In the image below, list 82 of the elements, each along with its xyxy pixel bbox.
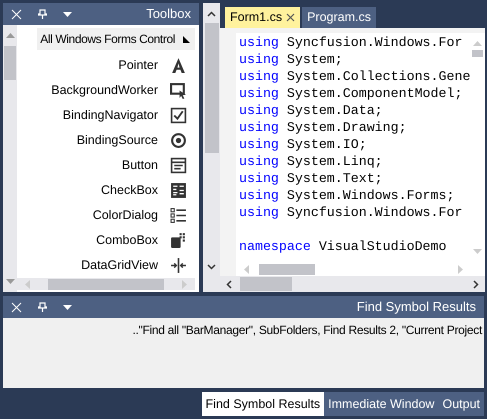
scroll-thumb[interactable] <box>204 23 218 153</box>
item-label: ComboBox <box>96 232 158 250</box>
scroll-thumb[interactable] <box>48 278 164 290</box>
code-text: System.ComponentModel; <box>286 85 462 102</box>
horizontal-scrollbar[interactable] <box>17 278 195 290</box>
code-keyword: namespace <box>239 238 311 255</box>
item-label: BindingNavigator <box>62 107 158 124</box>
form-icon <box>170 157 187 174</box>
item-label: CheckBox <box>101 182 158 200</box>
code-text: System.Windows.Forms; <box>286 187 454 204</box>
item-label: Pointer <box>118 57 158 74</box>
item-label: BindingSource <box>76 132 158 150</box>
toolbox-item[interactable]: ColorDialog <box>17 203 195 228</box>
scroll-thumb[interactable] <box>4 46 16 80</box>
code-keyword: using <box>239 34 279 51</box>
code-keyword: using <box>239 51 279 68</box>
document-tab[interactable]: Program.cs <box>302 7 376 28</box>
code-text: System.Data; <box>286 102 383 119</box>
code-text: System.IO; <box>286 136 367 153</box>
code-keyword: using <box>239 68 279 85</box>
item-label: ColorDialog <box>92 207 158 224</box>
panel-title: Toolbox <box>146 5 191 24</box>
scroll-down-icon[interactable] <box>207 264 216 270</box>
scroll-thumb[interactable] <box>259 264 315 274</box>
code-keyword: using <box>239 170 279 187</box>
toolbox-item[interactable]: Pointer <box>17 53 195 78</box>
checkbox-icon <box>170 107 187 124</box>
scroll-up-icon[interactable] <box>207 11 216 17</box>
toolbox-item[interactable]: DataGridView <box>17 253 195 278</box>
list-box-icon <box>170 182 187 200</box>
code-text: VisualStudioDemo <box>318 238 446 255</box>
item-label: DataGridView <box>81 257 158 274</box>
code-keyword: using <box>239 187 279 204</box>
code-keyword: using <box>239 102 279 119</box>
panel-tab[interactable]: Immediate Window <box>324 392 438 416</box>
toolbox-item[interactable]: CheckBox <box>17 178 195 204</box>
code-keyword: using <box>239 85 279 102</box>
cursor-box-icon <box>170 82 187 100</box>
code-keyword: using <box>239 119 279 136</box>
scroll-thumb[interactable] <box>472 50 484 57</box>
pin-icon[interactable] <box>38 9 47 19</box>
item-label: Button <box>122 157 158 174</box>
toolbox-item[interactable]: BackgroundWorker <box>17 78 195 104</box>
code-text: Syncfusion.Windows.For <box>286 204 462 221</box>
code-text: System.Linq; <box>286 153 383 170</box>
code-text: Syncfusion.Windows.For <box>286 34 462 51</box>
scroll-right-icon[interactable] <box>473 280 480 288</box>
toolbox-item[interactable]: ComboBox <box>17 228 195 254</box>
panel-title: Find Symbol Results <box>356 298 476 316</box>
scroll-thumb[interactable] <box>240 277 292 291</box>
code-text: System.Text; <box>286 170 383 187</box>
close-icon[interactable] <box>286 13 296 22</box>
pin-icon[interactable] <box>38 302 47 312</box>
vertical-scrollbar[interactable] <box>203 3 220 292</box>
horizontal-scrollbar[interactable] <box>220 276 486 292</box>
toolbox-item[interactable]: BindingNavigator <box>17 103 195 128</box>
code-keyword: using <box>239 153 279 170</box>
grid-box-icon <box>170 232 187 250</box>
toolbox-item[interactable]: BindingSource <box>17 128 195 154</box>
toolbox-item[interactable]: Button <box>17 153 195 178</box>
tab-label: Program.cs <box>307 9 371 26</box>
vertical-scrollbar[interactable] <box>3 25 17 292</box>
document-tab[interactable]: Form1.cs <box>225 7 300 28</box>
category-header[interactable]: All Windows Forms Control <box>37 28 195 50</box>
letter-a-icon <box>170 57 187 74</box>
code-keyword: using <box>239 204 279 221</box>
dropdown-icon[interactable] <box>63 12 72 16</box>
code-text: System.Drawing; <box>286 119 407 136</box>
scroll-left-icon[interactable] <box>226 280 232 288</box>
category-label: All Windows Forms Control <box>40 31 175 48</box>
results-message: .."Find all "BarManager", SubFolders, Find Results 2, "Current Project <box>132 322 482 339</box>
code-text: System; <box>286 51 343 68</box>
panel-tab[interactable]: Find Symbol Results <box>202 392 324 416</box>
tab-label: Form1.cs <box>230 9 282 26</box>
item-label: BackgroundWorker <box>51 82 158 100</box>
code-keyword: using <box>239 136 279 153</box>
code-text: System.Collections.Gene <box>286 68 470 85</box>
target-icon <box>170 132 187 150</box>
column-split-icon <box>170 257 187 274</box>
dropdown-icon[interactable] <box>63 304 72 310</box>
list-icon <box>170 207 187 224</box>
panel-tab[interactable]: Output <box>438 392 484 416</box>
